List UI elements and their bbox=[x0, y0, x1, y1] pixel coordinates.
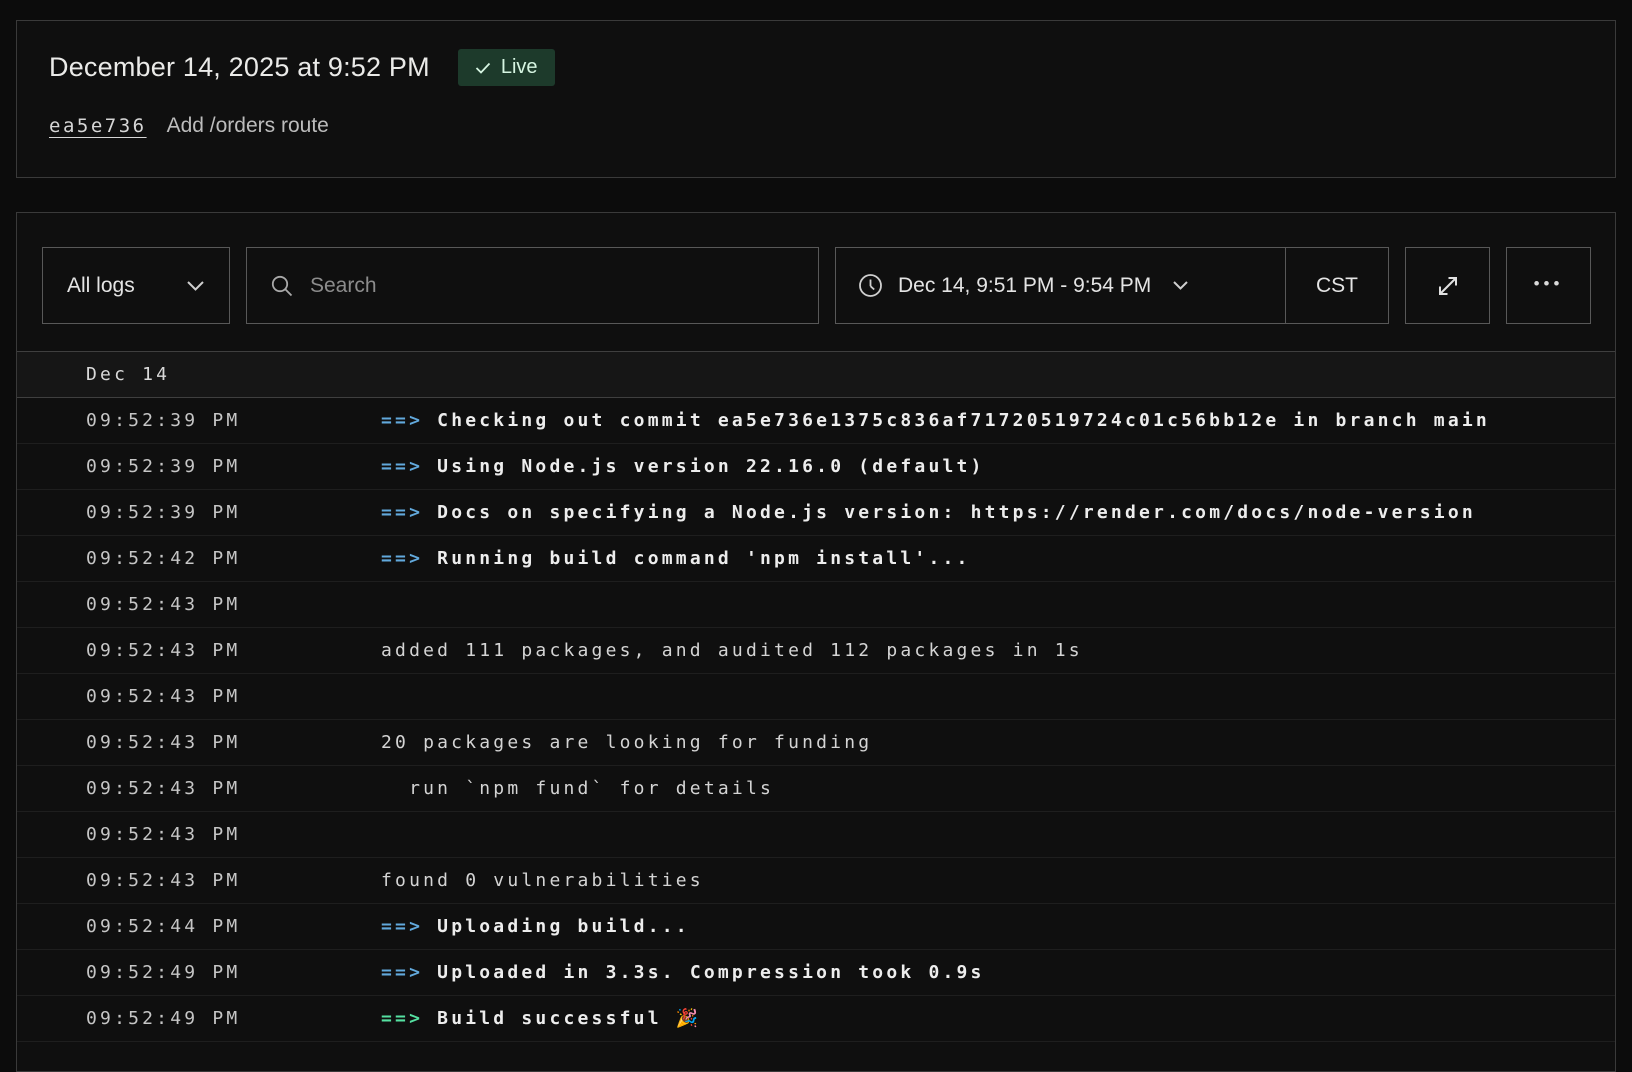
log-text: found 0 vulnerabilities bbox=[381, 870, 704, 891]
log-message: 20 packages are looking for funding bbox=[381, 732, 1615, 753]
expand-icon bbox=[1434, 272, 1462, 300]
deploy-logs-page: { "colors": { "accent_blue": "#62a9dc", … bbox=[0, 0, 1632, 1052]
log-row: 09:52:43 PM bbox=[17, 674, 1615, 720]
clock-icon bbox=[858, 273, 883, 298]
log-row: 09:52:49 PM==> Build successful 🎉 bbox=[17, 996, 1615, 1042]
log-timestamp: 09:52:39 PM bbox=[86, 410, 381, 431]
chevron-down-icon bbox=[186, 280, 205, 292]
commit-hash-link[interactable]: ea5e736 bbox=[49, 115, 147, 137]
log-text: Build successful 🎉 bbox=[437, 1008, 701, 1029]
log-row: 09:52:39 PM==> Using Node.js version 22.… bbox=[17, 444, 1615, 490]
log-text: run `npm fund` for details bbox=[381, 778, 774, 799]
log-message: found 0 vulnerabilities bbox=[381, 870, 1615, 891]
log-row: 09:52:43 PM bbox=[17, 812, 1615, 858]
log-text: Uploaded in 3.3s. Compression took 0.9s bbox=[437, 962, 984, 983]
log-message: ==> Running build command 'npm install'.… bbox=[381, 548, 1615, 569]
log-text: Running build command 'npm install'... bbox=[437, 548, 970, 569]
log-message: ==> Uploaded in 3.3s. Compression took 0… bbox=[381, 962, 1615, 983]
log-arrow-icon: ==> bbox=[381, 502, 437, 523]
log-row: 09:52:43 PMfound 0 vulnerabilities bbox=[17, 858, 1615, 904]
log-table: Dec 14 09:52:39 PM==> Checking out commi… bbox=[17, 351, 1615, 1042]
log-message: ==> Uploading build... bbox=[381, 916, 1615, 937]
log-arrow-icon: ==> bbox=[381, 962, 437, 983]
log-timestamp: 09:52:42 PM bbox=[86, 548, 381, 569]
search-input[interactable] bbox=[310, 274, 795, 298]
log-arrow-icon: ==> bbox=[381, 456, 437, 477]
log-message: ==> Build successful 🎉 bbox=[381, 1008, 1615, 1029]
log-timestamp: 09:52:49 PM bbox=[86, 1008, 381, 1029]
log-date-label: Dec 14 bbox=[86, 364, 170, 385]
expand-logs-button[interactable] bbox=[1405, 247, 1490, 324]
log-timestamp: 09:52:43 PM bbox=[86, 640, 381, 661]
log-text: added 111 packages, and audited 112 pack… bbox=[381, 640, 1083, 661]
commit-message: Add /orders route bbox=[167, 114, 329, 138]
time-range-dropdown[interactable]: Dec 14, 9:51 PM - 9:54 PM bbox=[836, 248, 1285, 323]
more-options-button[interactable]: ••• bbox=[1506, 247, 1591, 324]
page-title: December 14, 2025 at 9:52 PM bbox=[49, 52, 430, 83]
check-icon bbox=[475, 62, 491, 74]
log-timestamp: 09:52:39 PM bbox=[86, 456, 381, 477]
live-status-badge: Live bbox=[458, 49, 555, 86]
log-arrow-icon: ==> bbox=[381, 410, 437, 431]
log-text: Uploading build... bbox=[437, 916, 690, 937]
log-arrow-icon: ==> bbox=[381, 548, 437, 569]
timezone-button[interactable]: CST bbox=[1286, 248, 1388, 323]
log-message: added 111 packages, and audited 112 pack… bbox=[381, 640, 1615, 661]
time-range-group: Dec 14, 9:51 PM - 9:54 PM CST bbox=[835, 247, 1389, 324]
log-message: ==> Docs on specifying a Node.js version… bbox=[381, 502, 1615, 523]
logs-panel: All logs Dec 14, 9:51 PM - 9:54 PM bbox=[16, 212, 1616, 1072]
log-search-box[interactable] bbox=[246, 247, 819, 324]
chevron-down-icon bbox=[1166, 280, 1189, 291]
log-arrow-icon: ==> bbox=[381, 916, 437, 937]
log-row: 09:52:39 PM==> Docs on specifying a Node… bbox=[17, 490, 1615, 536]
commit-row: ea5e736 Add /orders route bbox=[49, 114, 1583, 138]
log-date-header: Dec 14 bbox=[17, 351, 1615, 398]
log-message: run `npm fund` for details bbox=[381, 778, 1615, 799]
log-text: Using Node.js version 22.16.0 (default) bbox=[437, 456, 984, 477]
log-timestamp: 09:52:43 PM bbox=[86, 594, 381, 615]
search-icon bbox=[270, 274, 294, 298]
log-row: 09:52:49 PM==> Uploaded in 3.3s. Compres… bbox=[17, 950, 1615, 996]
log-link[interactable]: https://render.com/docs/node-version bbox=[971, 502, 1476, 523]
log-timestamp: 09:52:39 PM bbox=[86, 502, 381, 523]
log-filter-label: All logs bbox=[67, 274, 135, 298]
log-message: ==> Checking out commit ea5e736e1375c836… bbox=[381, 410, 1615, 431]
log-timestamp: 09:52:43 PM bbox=[86, 870, 381, 891]
log-row: 09:52:43 PM run `npm fund` for details bbox=[17, 766, 1615, 812]
log-row: 09:52:43 PM bbox=[17, 582, 1615, 628]
log-arrow-icon: ==> bbox=[381, 1008, 437, 1029]
log-row: 09:52:42 PM==> Running build command 'np… bbox=[17, 536, 1615, 582]
log-rows: 09:52:39 PM==> Checking out commit ea5e7… bbox=[17, 398, 1615, 1042]
log-row: 09:52:39 PM==> Checking out commit ea5e7… bbox=[17, 398, 1615, 444]
log-text: Checking out commit ea5e736e1375c836af71… bbox=[437, 410, 1490, 431]
log-row: 09:52:43 PM20 packages are looking for f… bbox=[17, 720, 1615, 766]
log-row: 09:52:43 PMadded 111 packages, and audit… bbox=[17, 628, 1615, 674]
log-timestamp: 09:52:43 PM bbox=[86, 686, 381, 707]
logs-toolbar: All logs Dec 14, 9:51 PM - 9:54 PM bbox=[17, 213, 1615, 351]
timezone-label: CST bbox=[1316, 274, 1358, 298]
log-timestamp: 09:52:43 PM bbox=[86, 732, 381, 753]
log-text: Docs on specifying a Node.js version: bbox=[437, 502, 970, 523]
log-message: ==> Using Node.js version 22.16.0 (defau… bbox=[381, 456, 1615, 477]
log-timestamp: 09:52:44 PM bbox=[86, 916, 381, 937]
log-row: 09:52:44 PM==> Uploading build... bbox=[17, 904, 1615, 950]
log-timestamp: 09:52:43 PM bbox=[86, 778, 381, 799]
live-badge-label: Live bbox=[501, 56, 538, 79]
ellipsis-icon: ••• bbox=[1534, 274, 1564, 294]
log-timestamp: 09:52:43 PM bbox=[86, 824, 381, 845]
time-range-label: Dec 14, 9:51 PM - 9:54 PM bbox=[898, 274, 1151, 298]
deploy-header-panel: December 14, 2025 at 9:52 PM Live ea5e73… bbox=[16, 20, 1616, 178]
deploy-title-row: December 14, 2025 at 9:52 PM Live bbox=[49, 49, 1583, 86]
log-filter-dropdown[interactable]: All logs bbox=[42, 247, 230, 324]
log-text: 20 packages are looking for funding bbox=[381, 732, 872, 753]
log-timestamp: 09:52:49 PM bbox=[86, 962, 381, 983]
